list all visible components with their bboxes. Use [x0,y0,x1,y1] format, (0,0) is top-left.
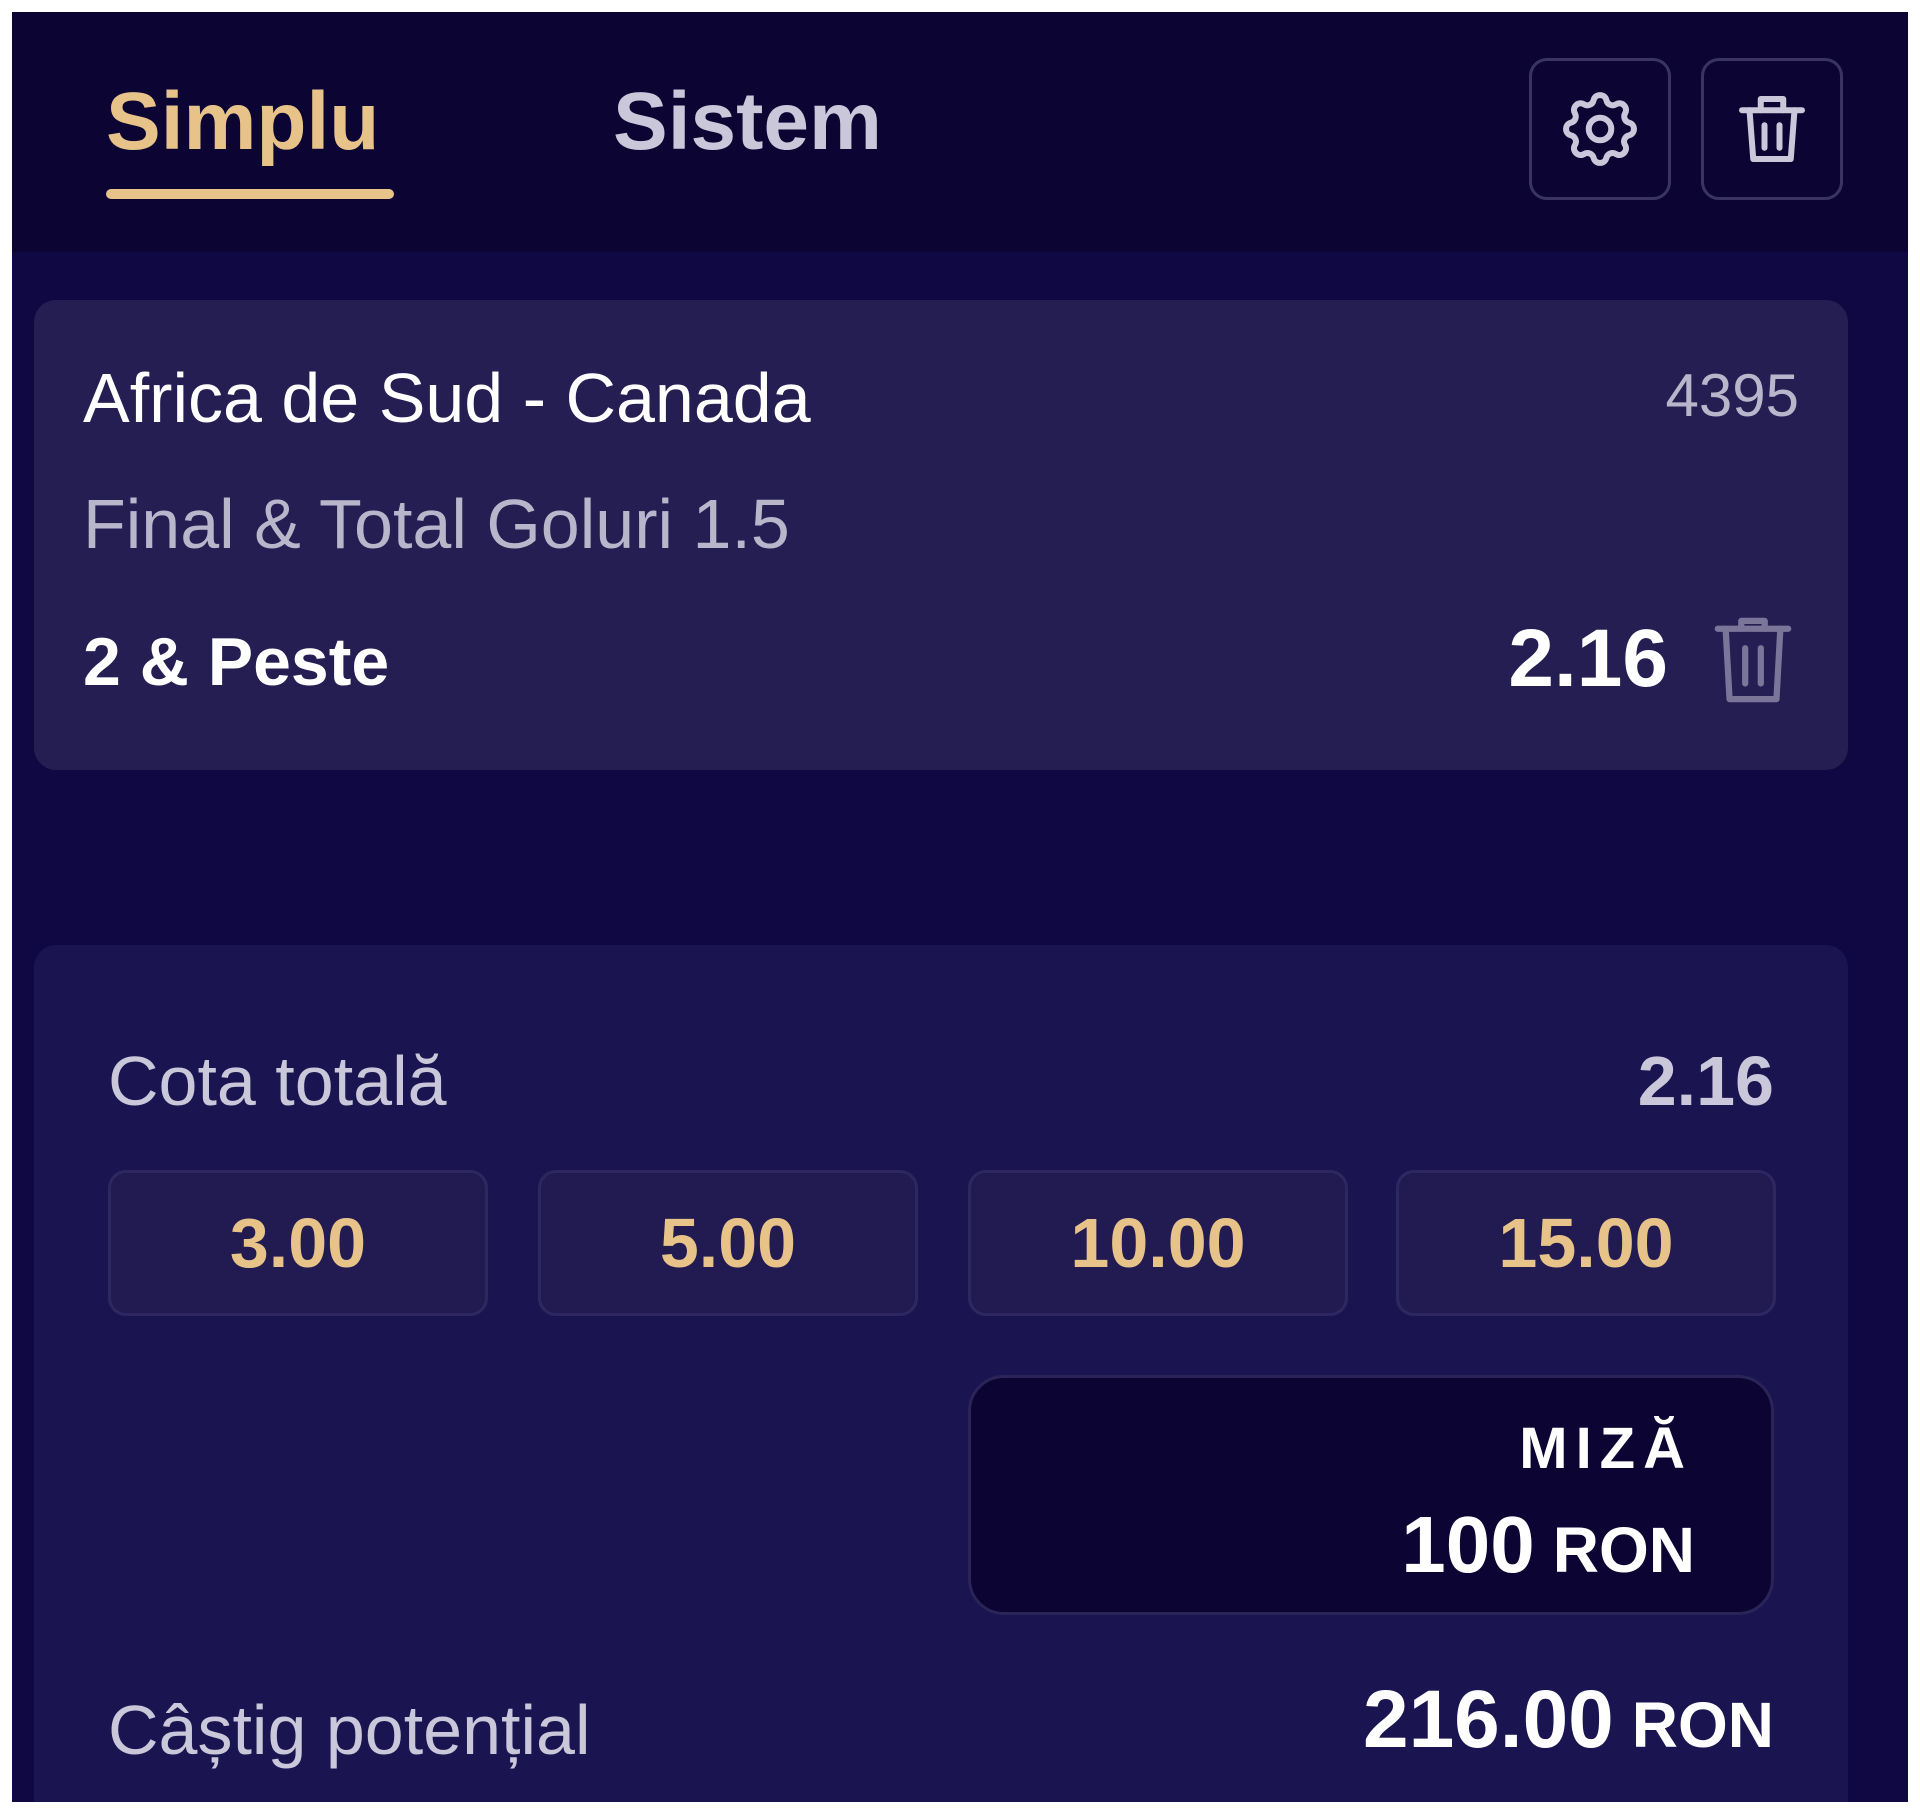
selection-pick: 2 & Peste [83,624,390,700]
trash-icon [1739,96,1805,162]
potential-win-currency: RON [1631,1689,1774,1761]
potential-win-amount: 216.00 [1362,1674,1614,1765]
gear-icon [1563,92,1637,166]
betslip-header: Simplu Sistem [12,12,1908,252]
stake-value: 100 RON [1401,1500,1695,1595]
summary-card: Cota totală 2.16 3.00 5.00 10.00 15.00 M… [34,945,1848,1802]
clear-all-button[interactable] [1701,58,1843,200]
market-name: Final & Total Goluri 1.5 [83,485,790,563]
quick-stake-button[interactable]: 5.00 [538,1170,918,1316]
total-odds-value: 2.16 [1637,1042,1774,1120]
event-code: 4395 [1665,362,1799,429]
betslip-panel: Simplu Sistem Africa de Sud - Canada 439… [12,12,1908,1802]
tab-simplu[interactable]: Simplu [106,72,379,172]
total-odds-label: Cota totală [108,1042,447,1120]
selection-odds: 2.16 [1508,613,1668,704]
event-name: Africa de Sud - Canada [83,359,811,437]
potential-win-label: Câștig potențial [108,1691,591,1769]
quick-stake-button[interactable]: 10.00 [968,1170,1348,1316]
settings-button[interactable] [1529,58,1671,200]
tab-sistem[interactable]: Sistem [613,72,882,172]
stake-input[interactable]: MIZĂ 100 RON [968,1375,1774,1615]
stake-label: MIZĂ [1519,1416,1693,1481]
potential-win-value: 216.00 RON [1363,1675,1774,1770]
quick-stake-button[interactable]: 15.00 [1396,1170,1776,1316]
selection-card: Africa de Sud - Canada 4395 Final & Tota… [34,300,1848,770]
active-tab-indicator [106,189,394,199]
stake-amount: 100 [1401,1500,1535,1589]
stake-currency: RON [1552,1514,1695,1586]
remove-selection-button[interactable] [1710,612,1796,708]
quick-stake-button[interactable]: 3.00 [108,1170,488,1316]
trash-icon [1714,617,1792,703]
